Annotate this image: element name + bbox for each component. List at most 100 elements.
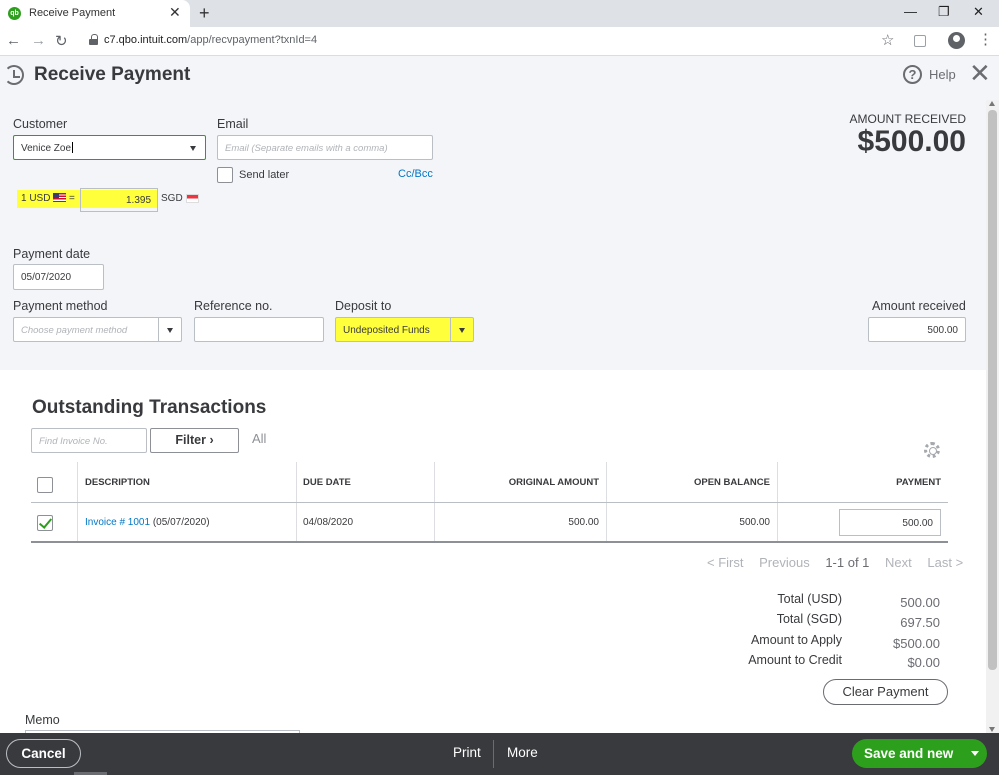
col-original-amount[interactable]: ORIGINAL AMOUNT <box>435 462 607 502</box>
new-tab-icon[interactable]: + <box>199 3 210 24</box>
send-later-checkbox[interactable] <box>217 167 233 183</box>
chevron-down-icon[interactable] <box>450 318 473 341</box>
save-and-new-button[interactable]: Save and new <box>852 739 987 768</box>
reference-field[interactable] <box>194 317 324 342</box>
forward-icon[interactable]: → <box>31 32 46 49</box>
profile-avatar-icon[interactable] <box>948 32 965 49</box>
payment-method-dropdown[interactable]: Choose payment method <box>13 317 182 342</box>
extension-icon[interactable] <box>914 35 926 47</box>
chevron-down-icon[interactable] <box>182 136 205 159</box>
more-button[interactable]: More <box>507 745 538 760</box>
payment-amount-field[interactable]: 500.00 <box>839 509 941 536</box>
filter-status-label: All <box>252 431 267 446</box>
page-title: Receive Payment <box>34 64 191 85</box>
original-amount-cell: 500.00 <box>568 517 599 528</box>
filter-button[interactable]: Filter › <box>150 428 239 453</box>
pager-last[interactable]: Last > <box>927 555 963 570</box>
find-invoice-field[interactable]: Find Invoice No. <box>31 428 147 453</box>
invoice-link[interactable]: Invoice # 1001 <box>85 517 150 528</box>
quickbooks-favicon-icon: qb <box>8 7 21 20</box>
scroll-down-icon[interactable] <box>989 727 995 732</box>
text-cursor <box>72 142 74 153</box>
table-row: Invoice # 1001 (05/07/2020) 04/08/2020 5… <box>31 503 948 543</box>
clear-payment-button[interactable]: Clear Payment <box>823 679 948 705</box>
footer-divider <box>493 740 494 768</box>
window-close-icon[interactable]: ✕ <box>973 4 984 20</box>
exchange-rate-base: 1 USD = <box>21 193 75 204</box>
amount-received-field-label: Amount received <box>872 299 966 313</box>
deposit-to-label: Deposit to <box>335 299 392 313</box>
url-text: c7.qbo.intuit.com/app/recvpayment?txnId=… <box>104 34 318 46</box>
page-scrollbar[interactable] <box>986 100 999 733</box>
minimize-icon[interactable]: — <box>904 4 917 19</box>
customer-label: Customer <box>13 117 68 131</box>
col-description[interactable]: DESCRIPTION <box>78 462 297 502</box>
bookmark-star-icon[interactable]: ☆ <box>881 31 894 49</box>
footer-bar: Cancel Print More Save and new <box>0 733 999 775</box>
col-open-balance[interactable]: OPEN BALANCE <box>607 462 778 502</box>
lock-icon <box>89 34 98 45</box>
amount-to-credit-value: $0.00 <box>907 655 940 670</box>
browser-menu-icon[interactable]: ⋮ <box>978 32 993 48</box>
payment-date-value: 05/07/2020 <box>21 272 72 283</box>
col-due-date[interactable]: DUE DATE <box>297 462 435 502</box>
reference-label: Reference no. <box>194 299 273 313</box>
cc-bcc-link[interactable]: Cc/Bcc <box>398 168 433 180</box>
print-button[interactable]: Print <box>453 745 481 760</box>
col-payment[interactable]: PAYMENT <box>778 462 948 502</box>
browser-address-bar: ← → ↻ c7.qbo.intuit.com/app/recvpayment?… <box>0 27 999 56</box>
row-checkbox[interactable] <box>37 515 53 531</box>
payment-method-placeholder: Choose payment method <box>21 325 128 336</box>
singapore-flag-icon <box>186 194 199 203</box>
amount-to-apply-value: $500.00 <box>893 636 940 651</box>
pager-next[interactable]: Next <box>885 555 912 570</box>
pager-range: 1-1 of 1 <box>825 555 870 570</box>
recent-transactions-icon[interactable] <box>4 65 24 85</box>
browser-tab-bar: qb Receive Payment ✕ + — ❐ ✕ <box>0 0 999 27</box>
pager-previous[interactable]: Previous <box>759 555 810 570</box>
cancel-button[interactable]: Cancel <box>6 739 81 768</box>
payment-date-field[interactable]: 05/07/2020 <box>13 264 104 290</box>
email-label: Email <box>217 117 249 131</box>
customer-field[interactable]: Venice Zoe <box>13 135 206 160</box>
email-field[interactable]: Email (Separate emails with a comma) <box>217 135 433 160</box>
tab-close-icon[interactable]: ✕ <box>169 5 181 19</box>
due-date-cell: 04/08/2020 <box>303 517 354 528</box>
find-invoice-placeholder: Find Invoice No. <box>39 436 108 447</box>
chevron-down-icon[interactable] <box>158 318 181 341</box>
invoice-date: (05/07/2020) <box>152 517 210 528</box>
save-and-new-label: Save and new <box>864 746 954 761</box>
customer-value: Venice Zoe <box>21 142 74 154</box>
browser-tab[interactable]: qb Receive Payment ✕ <box>0 0 190 27</box>
amount-received-field[interactable]: 500.00 <box>868 317 966 342</box>
memo-label: Memo <box>25 713 60 727</box>
payment-method-label: Payment method <box>13 299 108 313</box>
total-usd-value: 500.00 <box>900 595 940 610</box>
help-link[interactable]: Help <box>929 67 956 82</box>
chevron-down-icon[interactable] <box>971 751 979 756</box>
scroll-up-icon[interactable] <box>989 101 995 106</box>
select-all-checkbox[interactable] <box>37 477 53 493</box>
outstanding-transactions-title: Outstanding Transactions <box>32 397 267 418</box>
deposit-to-dropdown[interactable]: Undeposited Funds <box>335 317 474 342</box>
total-sgd-value: 697.50 <box>900 615 940 630</box>
table-header: DESCRIPTION DUE DATE ORIGINAL AMOUNT OPE… <box>31 462 948 503</box>
pager-first[interactable]: < First <box>707 555 743 570</box>
tab-title: Receive Payment <box>29 7 116 19</box>
us-flag-icon <box>53 193 67 202</box>
payment-date-label: Payment date <box>13 247 91 261</box>
restore-icon[interactable]: ❐ <box>938 4 950 20</box>
pagination: < First Previous 1-1 of 1 Next Last > <box>707 555 975 570</box>
back-icon[interactable]: ← <box>6 32 21 49</box>
gear-icon[interactable] <box>924 442 940 458</box>
url-field[interactable]: c7.qbo.intuit.com/app/recvpayment?txnId=… <box>80 30 905 52</box>
total-usd-label: Total (USD) <box>777 592 842 606</box>
help-icon[interactable]: ? <box>903 65 922 84</box>
amount-received-total: $500.00 <box>857 125 966 158</box>
amount-to-credit-label: Amount to Credit <box>748 653 842 667</box>
scroll-thumb[interactable] <box>988 110 997 670</box>
reload-icon[interactable]: ↻ <box>55 32 68 50</box>
deposit-to-value: Undeposited Funds <box>343 325 430 336</box>
total-sgd-label: Total (SGD) <box>776 612 842 626</box>
close-form-icon[interactable]: ✕ <box>969 59 991 87</box>
